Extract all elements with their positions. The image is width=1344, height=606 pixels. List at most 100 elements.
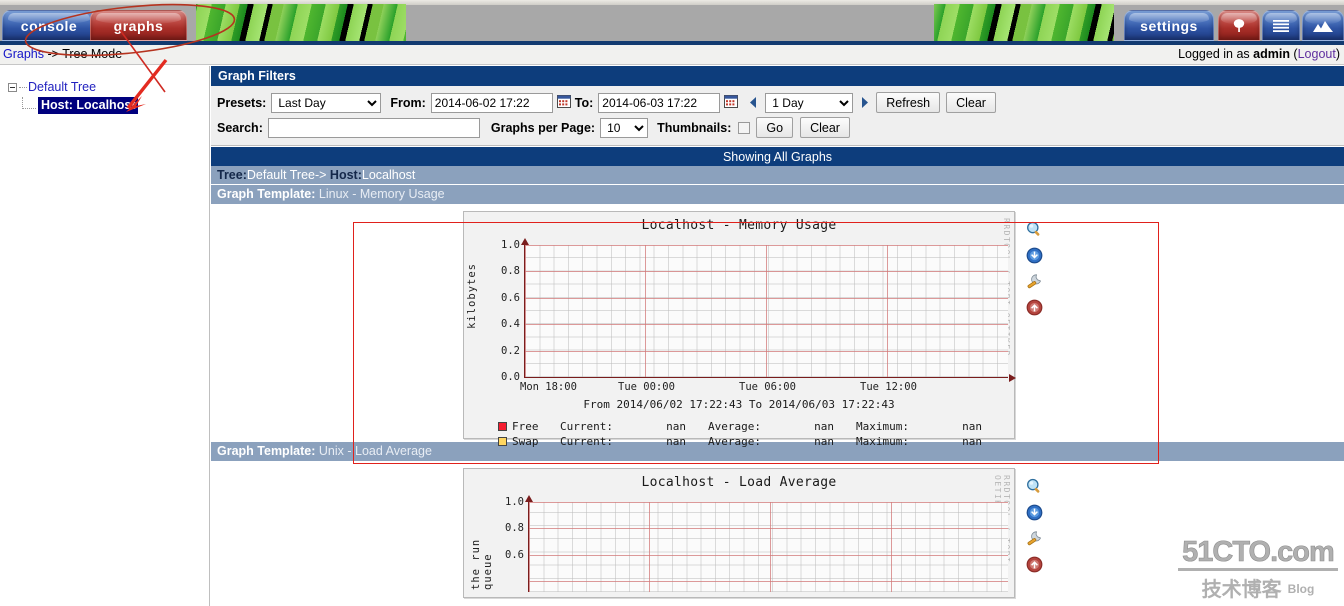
legend-average-value: nan [814,420,834,433]
graph-title: Localhost - Memory Usage [641,218,837,233]
y-tick: 1.0 [501,239,520,251]
tab-tree-view[interactable] [1218,10,1260,41]
x-tick: Tue 00:00 [618,381,675,393]
host-key: Host: [329,168,362,182]
legend-maximum-value: nan [962,420,982,433]
legend-row: Swap Current: nan Average: nan Maximum: … [498,434,1014,449]
tab-console[interactable]: console [2,10,96,41]
graph-template-bar-memory: Graph Template: Linux - Memory Usage [211,185,1344,204]
legend-average-value: nan [814,435,834,448]
clear-search-button[interactable]: Clear [800,117,850,138]
graph-action-icons [1026,468,1043,573]
page-top-icon[interactable] [1026,556,1043,573]
graph-filters-title: Graph Filters [211,66,1344,86]
legend-current-value: nan [666,435,686,448]
from-label: From: [390,95,426,110]
from-date-input[interactable] [430,92,553,113]
calendar-icon[interactable] [556,94,571,111]
tree-node-label[interactable]: Default Tree [28,80,96,94]
template-name: Linux - Memory Usage [318,187,445,201]
csv-export-icon[interactable] [1026,247,1043,264]
graphs-per-page-select[interactable]: 10 [600,117,649,138]
graphs-per-page-label: Graphs per Page: [490,120,596,135]
tab-preview-view[interactable] [1302,10,1344,41]
presets-label: Presets: [217,95,267,110]
legend-color-swatch-free [498,422,507,431]
login-status: Logged in as admin (Logout) [1178,47,1340,61]
graph-image-load-average[interactable]: Localhost - Load Average RRDTOOL / TOBI … [463,468,1015,598]
tree-node-host-localhost[interactable]: Host: Localhost [8,96,209,114]
tab-graphs-label: graphs [113,17,164,34]
y-tick: 0.4 [501,318,520,331]
legend-average-label: Average: [708,435,761,448]
main-content: Graph Filters Presets: Last Day From: 20… [211,66,1344,606]
tree-collapse-icon[interactable] [8,82,17,92]
calendar-icon[interactable] [724,94,739,111]
thumbnails-label: Thumbnails: [657,120,732,135]
legend-average-label: Average: [708,420,761,433]
breadcrumb-graphs-link[interactable]: Graphs [3,47,44,61]
interval-select[interactable]: 1 Day [765,92,854,113]
thumbnails-checkbox[interactable] [738,121,751,134]
tab-settings[interactable]: settings [1124,10,1214,41]
graph-title: Localhost - Load Average [641,475,837,490]
breadcrumb: Graphs -> Tree Mode [3,47,122,61]
shift-left-icon[interactable] [747,96,760,109]
header-banner: console graphs settings [0,0,1344,41]
graph-properties-icon[interactable] [1026,530,1043,547]
watermark-subtitle-cn: 技术博客 [1201,579,1282,601]
legend-row: Free Current: nan Average: nan Maximum: … [498,419,1014,434]
legend-maximum-label: Maximum: [856,420,909,433]
y-tick: 0.6 [501,291,520,304]
to-label: To: [574,95,594,110]
y-tick: 0.2 [501,344,520,357]
logout-close-paren: ) [1335,47,1340,61]
x-tick: Tue 06:00 [739,381,796,393]
legend-series-name: Free [512,420,539,433]
watermark-blog-label: Blog [1287,582,1315,596]
go-button[interactable]: Go [756,117,794,138]
banner-stripes-left [196,4,406,41]
x-tick: Mon 18:00 [520,381,577,393]
page-top-icon[interactable] [1026,299,1043,316]
tab-graphs[interactable]: graphs [90,10,187,41]
filter-row-search: Search: Graphs per Page: 10 Thumbnails: … [217,115,1338,140]
csv-export-icon[interactable] [1026,504,1043,521]
y-tick: 1.0 [505,496,524,508]
zoom-icon[interactable] [1026,221,1043,238]
to-date-input[interactable] [598,92,721,113]
tree-value: Default Tree-> [246,168,330,182]
legend-current-label: Current: [560,435,613,448]
legend-current-value: nan [666,420,686,433]
filter-row-dates: Presets: Last Day From: 2014-06-02 17:22… [217,90,1338,115]
banner-stripes-right [934,4,1114,41]
refresh-button[interactable]: Refresh [876,92,941,113]
chart-preview-icon [1312,19,1334,33]
tab-settings-label: settings [1140,17,1198,34]
y-tick: 0.0 [501,371,520,383]
y-tick: 0.8 [501,265,520,278]
tab-list-view[interactable] [1262,10,1300,41]
clear-button[interactable]: Clear [946,92,996,113]
logout-link[interactable]: Logout [1298,47,1336,61]
y-tick: 0.6 [505,548,524,561]
search-input[interactable] [267,117,480,138]
graph-properties-icon[interactable] [1026,273,1043,290]
x-tick: Tue 12:00 [860,381,917,393]
shift-right-icon[interactable] [858,96,871,109]
site-watermark: 51CTO.com 技术博客 Blog [1178,537,1338,602]
template-label: Graph Template: [217,187,316,201]
zoom-icon[interactable] [1026,478,1043,495]
graph-legend: Free Current: nan Average: nan Maximum: … [464,411,1014,453]
tree-node-default-tree[interactable]: Default Tree [8,78,209,96]
breadcrumb-current: Tree Mode [62,47,123,61]
tree-path-bar: Tree:Default Tree-> Host:Localhost [211,166,1344,185]
tree-icon [1230,17,1248,35]
template-name: Unix - Load Average [318,444,432,458]
watermark-subtitle: 技术博客 Blog [1178,573,1338,602]
graph-image-memory-usage[interactable]: Localhost - Memory Usage RRDTOOL / TOBI … [463,211,1016,448]
watermark-title: 51CTO.com [1182,536,1335,568]
graph-block-load-average: Localhost - Load Average RRDTOOL / TOBI … [211,461,1344,598]
presets-select[interactable]: Last Day [271,92,382,113]
tree-node-label-selected[interactable]: Host: Localhost [38,96,139,114]
